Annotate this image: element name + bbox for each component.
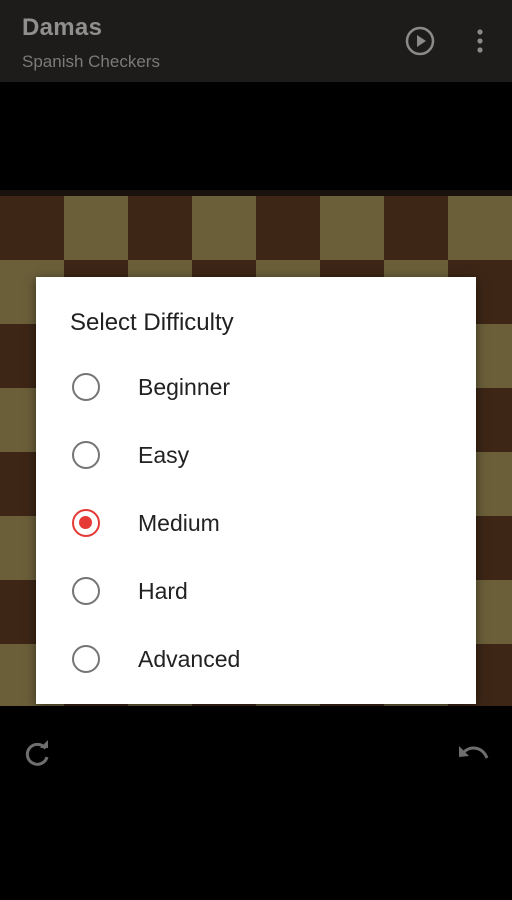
play-button[interactable] xyxy=(404,25,436,57)
option-label: Easy xyxy=(138,442,190,468)
app-bar: Damas Spanish Checkers xyxy=(0,0,512,82)
option-beginner[interactable]: Beginner xyxy=(36,353,476,421)
difficulty-dialog: Select Difficulty Beginner Easy Medium H… xyxy=(36,277,476,704)
more-vert-icon xyxy=(477,29,483,53)
app-title: Damas xyxy=(22,14,103,41)
board-square xyxy=(448,196,512,260)
option-label: Advanced xyxy=(138,646,241,672)
app-subtitle: Spanish Checkers xyxy=(22,52,160,71)
refresh-icon xyxy=(25,740,49,766)
option-easy[interactable]: Easy xyxy=(36,421,476,489)
restart-button[interactable] xyxy=(22,738,54,770)
play-circle-icon xyxy=(405,26,435,56)
option-label: Medium xyxy=(138,510,220,536)
radio-button[interactable] xyxy=(72,373,100,401)
board-square xyxy=(384,196,448,260)
option-medium[interactable]: Medium xyxy=(36,489,476,557)
option-hard[interactable]: Hard xyxy=(36,557,476,625)
board-square xyxy=(256,196,320,260)
dialog-title: Select Difficulty xyxy=(70,309,234,336)
board-square xyxy=(192,196,256,260)
undo-icon xyxy=(459,746,489,759)
board-square xyxy=(128,196,192,260)
board-square xyxy=(320,196,384,260)
radio-selected-dot xyxy=(79,516,92,529)
more-options-button[interactable] xyxy=(466,25,494,57)
radio-button[interactable] xyxy=(72,645,100,673)
app-screen: Damas Spanish Checkers Select Difficulty… xyxy=(0,0,512,900)
option-advanced[interactable]: Advanced xyxy=(36,625,476,693)
radio-button[interactable] xyxy=(72,441,100,469)
radio-button[interactable] xyxy=(72,577,100,605)
board-square xyxy=(64,196,128,260)
board-square xyxy=(0,196,64,260)
option-label: Hard xyxy=(138,578,188,604)
radio-button-selected[interactable] xyxy=(72,509,100,537)
undo-button[interactable] xyxy=(456,738,490,770)
option-label: Beginner xyxy=(138,374,231,400)
